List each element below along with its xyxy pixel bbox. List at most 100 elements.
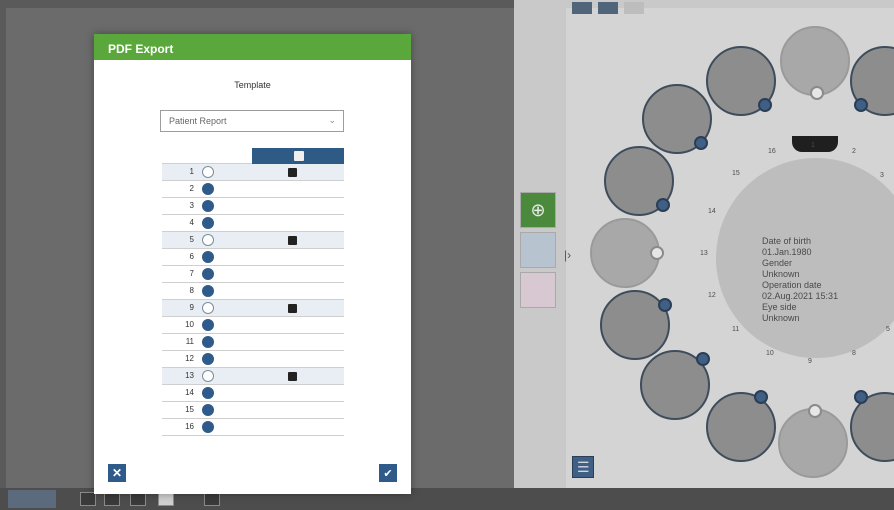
filled-slot-icon — [202, 319, 214, 331]
carousel-slot-8[interactable] — [778, 404, 848, 478]
table-row[interactable]: 7 — [162, 266, 344, 283]
table-row[interactable]: 15 — [162, 402, 344, 419]
info-line: Unknown — [762, 313, 800, 323]
position-number: 2 — [189, 184, 194, 193]
toolbar-icon-2[interactable] — [598, 2, 618, 14]
position-number: 15 — [732, 170, 740, 177]
carousel-slot-9[interactable] — [706, 390, 776, 462]
carousel-slot-11[interactable] — [600, 290, 672, 360]
info-line: Gender — [762, 258, 793, 268]
taskbar-button-1[interactable] — [80, 492, 96, 506]
toolbar-icon-3[interactable] — [624, 2, 644, 14]
table-row[interactable]: 5 — [162, 232, 344, 249]
table-row[interactable]: 11 — [162, 334, 344, 351]
position-number: 16 — [185, 422, 194, 431]
position-number: 5 — [189, 235, 194, 244]
table-header — [162, 148, 344, 164]
position-number: 8 — [189, 286, 194, 295]
mark-tool-button[interactable] — [520, 272, 556, 308]
empty-slot-icon — [202, 302, 214, 314]
info-line: 02.Aug.2021 15:31 — [762, 291, 839, 301]
carousel-slot-15[interactable] — [706, 46, 776, 116]
info-line: Unknown — [762, 269, 800, 279]
row-checkbox[interactable] — [288, 372, 297, 381]
table-row[interactable]: 10 — [162, 317, 344, 334]
carousel-slot-14[interactable] — [642, 84, 712, 154]
position-number: 13 — [700, 250, 708, 257]
filled-slot-icon — [202, 421, 214, 433]
slot-indicator — [696, 352, 710, 366]
pdf-export-dialog: PDF Export Template Patient Report ⌄ 123… — [94, 34, 411, 494]
filled-slot-icon — [202, 200, 214, 212]
table-row[interactable]: 16 — [162, 419, 344, 436]
position-number: 8 — [852, 350, 856, 357]
confirm-button[interactable]: ✔ — [379, 464, 397, 482]
empty-slot-icon — [202, 234, 214, 246]
collapse-arrow-icon[interactable]: |› — [564, 248, 571, 262]
taskbar-button-2[interactable] — [104, 492, 120, 506]
template-select[interactable]: Patient Report ⌄ — [160, 110, 344, 132]
dialog-title: PDF Export — [94, 34, 411, 60]
filled-slot-icon — [202, 183, 214, 195]
toolbar-icon-1[interactable] — [572, 2, 592, 14]
slot-indicator — [854, 390, 868, 404]
list-view-button[interactable] — [572, 456, 594, 478]
slot-indicator — [694, 136, 708, 150]
carousel-slot-10[interactable] — [640, 350, 710, 420]
taskbar-button-5[interactable] — [204, 492, 220, 506]
table-row[interactable]: 8 — [162, 283, 344, 300]
slot-indicator — [810, 86, 824, 100]
position-number: 2 — [852, 148, 856, 155]
navigation-tool-button[interactable]: ⊕ — [520, 192, 556, 228]
filled-slot-icon — [202, 404, 214, 416]
position-number: 12 — [708, 292, 716, 299]
slot-indicator — [656, 198, 670, 212]
table-row[interactable]: 12 — [162, 351, 344, 368]
check-icon: ✔ — [383, 467, 393, 480]
carousel-slot-16[interactable] — [780, 26, 850, 100]
position-number: 15 — [185, 405, 194, 414]
row-checkbox[interactable] — [288, 168, 297, 177]
slot-indicator — [754, 390, 768, 404]
grid-tool-button[interactable] — [520, 232, 556, 268]
filled-slot-icon — [202, 387, 214, 399]
table-row[interactable]: 6 — [162, 249, 344, 266]
slot-indicator — [854, 98, 868, 112]
select-all-checkbox[interactable] — [252, 148, 344, 164]
top-toolbar — [572, 2, 644, 14]
template-select-value: Patient Report — [169, 116, 227, 126]
table-row[interactable]: 3 — [162, 198, 344, 215]
row-checkbox[interactable] — [288, 304, 297, 313]
table-row[interactable]: 4 — [162, 215, 344, 232]
slot-indicator — [758, 98, 772, 112]
table-row[interactable]: 1 — [162, 164, 344, 181]
template-label: Template — [234, 80, 271, 90]
position-number: 3 — [189, 201, 194, 210]
position-number: 14 — [185, 388, 194, 397]
filled-slot-icon — [202, 353, 214, 365]
position-number: 1 — [189, 167, 194, 176]
position-number: 11 — [732, 326, 740, 333]
side-toolbar: ⊕ — [520, 192, 558, 312]
table-row[interactable]: 2 — [162, 181, 344, 198]
table-row[interactable]: 9 — [162, 300, 344, 317]
filled-slot-icon — [202, 336, 214, 348]
taskbar-button-3[interactable] — [130, 492, 146, 506]
row-checkbox[interactable] — [288, 236, 297, 245]
filled-slot-icon — [202, 251, 214, 263]
taskbar-button-4[interactable] — [158, 492, 174, 506]
position-number: 9 — [189, 303, 194, 312]
position-number: 1 — [811, 142, 815, 149]
slot-indicator — [658, 298, 672, 312]
patient-info: Date of birth 01.Jan.1980 Gender Unknown… — [762, 236, 838, 324]
table-row[interactable]: 14 — [162, 385, 344, 402]
position-number: 13 — [185, 371, 194, 380]
position-number: 10 — [766, 350, 774, 357]
cancel-button[interactable]: ✕ — [108, 464, 126, 482]
position-table: 1 2 3 4 5 6 7 8 9 10 11 12 13 14 15 16 — [162, 148, 344, 436]
carousel-slot-12[interactable] — [590, 218, 664, 288]
position-number: 14 — [708, 208, 716, 215]
carousel-slot-13[interactable] — [604, 146, 674, 216]
table-row[interactable]: 13 — [162, 368, 344, 385]
empty-slot-icon — [202, 166, 214, 178]
